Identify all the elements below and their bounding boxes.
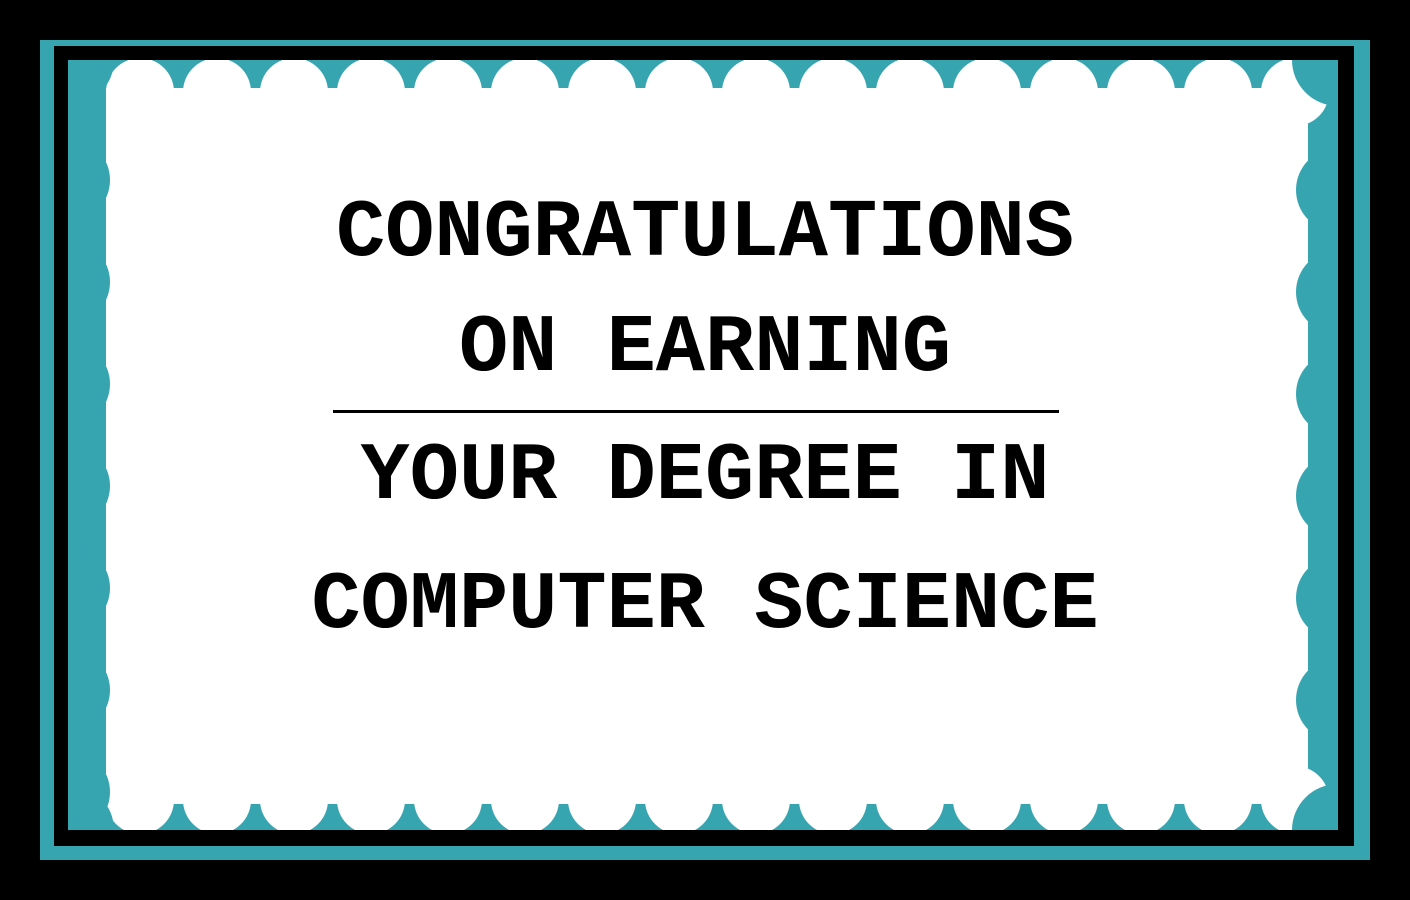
divider-line bbox=[333, 410, 1059, 413]
message: CONGRATULATIONS ON EARNING YOUR DEGREE I… bbox=[0, 0, 1410, 900]
headline-line-3: YOUR DEGREE IN bbox=[360, 430, 1050, 523]
headline-line-2: ON EARNING bbox=[458, 302, 952, 395]
congratulations-card: CONGRATULATIONS ON EARNING YOUR DEGREE I… bbox=[0, 0, 1410, 900]
headline-line-1: CONGRATULATIONS bbox=[335, 187, 1075, 280]
headline-line-4: COMPUTER SCIENCE bbox=[311, 559, 1099, 652]
